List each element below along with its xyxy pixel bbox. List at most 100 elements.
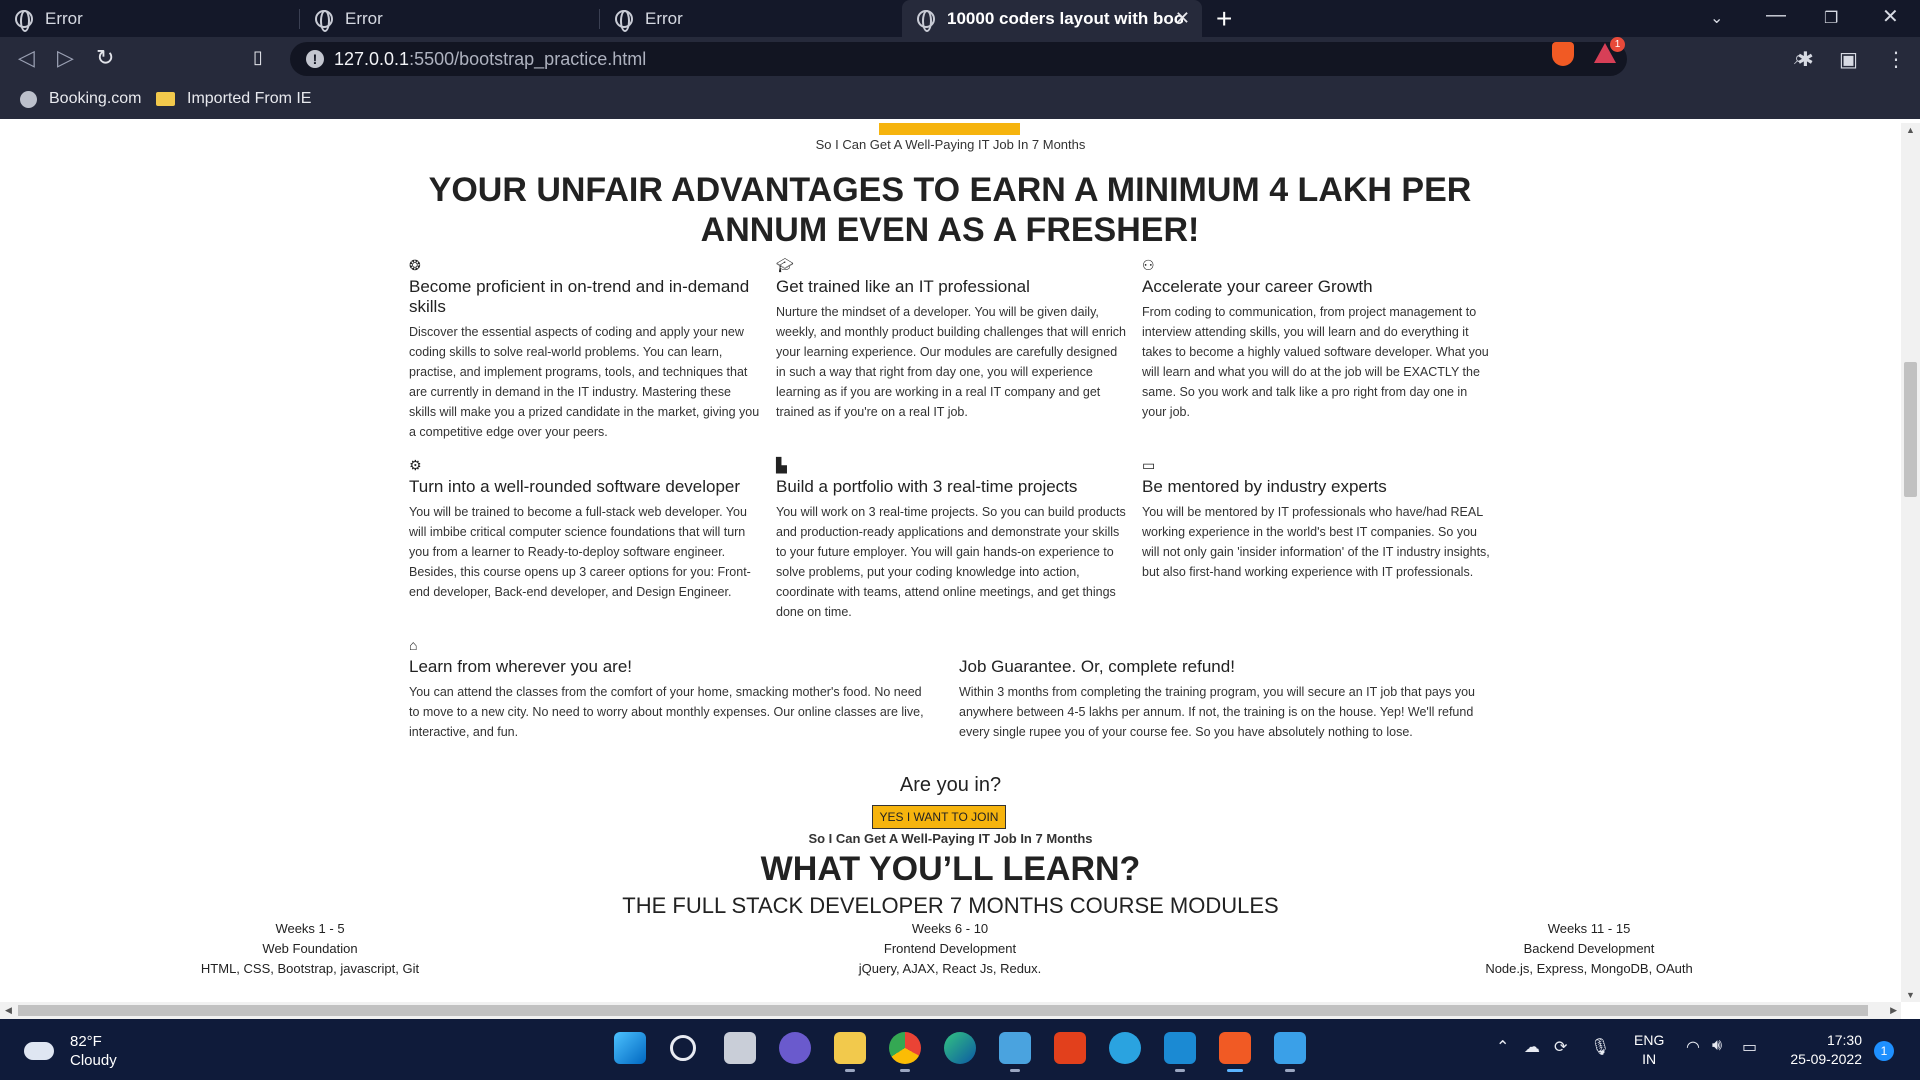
bookmark-label: Imported From IE	[187, 90, 312, 107]
bookmarks-bar: Booking.com Imported From IE	[0, 82, 1920, 119]
developer-icon: ⚙	[409, 457, 422, 473]
extensions-icon[interactable]: ✱	[1797, 47, 1814, 72]
module-column: Weeks 1 - 5 Web Foundation HTML, CSS, Bo…	[110, 919, 510, 979]
vertical-scroll-thumb[interactable]	[1904, 362, 1917, 497]
close-window-icon[interactable]: ✕	[1882, 4, 1899, 29]
feature-card: ▙ Build a portfolio with 3 real-time pro…	[776, 457, 1128, 622]
wallet-icon[interactable]: ▣	[1839, 47, 1858, 72]
windows-taskbar: 82°F Cloudy ⌃ ☁ ⟳ 🎙︎ ENG IN ◠ 🔊︎ ▭ 17:30…	[0, 1019, 1920, 1080]
tab-title: Error	[45, 8, 83, 28]
battery-icon[interactable]: ▭	[1742, 1037, 1757, 1057]
microphone-icon[interactable]: 🎙︎	[1590, 1037, 1610, 1057]
site-info-icon[interactable]: !	[306, 50, 324, 68]
vscode-icon[interactable]	[1164, 1032, 1196, 1072]
browser-tab[interactable]: Error	[600, 0, 900, 37]
brave-shield-icon[interactable]	[1552, 42, 1574, 66]
module-name: Backend Development	[1523, 941, 1655, 956]
weather-widget[interactable]: 82°F Cloudy	[24, 1032, 117, 1070]
module-column: Weeks 11 - 15 Backend Development Node.j…	[1389, 919, 1789, 979]
scroll-right-icon[interactable]: ▶	[1890, 1005, 1897, 1016]
brain-icon: ❂	[409, 257, 421, 273]
back-icon[interactable]: ◁	[18, 45, 35, 71]
feature-title: Learn from wherever you are!	[409, 657, 632, 676]
feature-card: ⚙ Turn into a well-rounded software deve…	[409, 457, 761, 602]
scroll-up-icon[interactable]: ▲	[1906, 125, 1915, 135]
feature-card: 🎓︎ Get trained like an IT professional N…	[776, 257, 1128, 422]
horizontal-scrollbar[interactable]: ◀ ▶	[0, 1002, 1901, 1019]
wifi-icon[interactable]: ◠	[1686, 1037, 1700, 1057]
telegram-icon[interactable]	[1109, 1032, 1141, 1064]
bookmark-imported-folder[interactable]: Imported From IE	[156, 90, 311, 108]
feature-card: ❂ Become proficient in on-trend and in-d…	[409, 257, 761, 442]
language-indicator[interactable]: ENG IN	[1634, 1031, 1664, 1069]
forward-icon[interactable]: ▷	[57, 45, 74, 71]
clock[interactable]: 17:30 25-09-2022	[1780, 1031, 1862, 1069]
horizontal-scroll-thumb[interactable]	[18, 1005, 1868, 1016]
folder-icon	[156, 92, 175, 106]
chevron-up-icon[interactable]: ⌃	[1496, 1037, 1509, 1057]
office-icon[interactable]	[1054, 1032, 1086, 1064]
learn-section-subtitle: THE FULL STACK DEVELOPER 7 MONTHS COURSE…	[622, 893, 1279, 918]
feature-card: Job Guarantee. Or, complete refund! With…	[959, 637, 1479, 742]
restore-icon[interactable]: ❐	[1824, 8, 1838, 28]
feature-card: ⚇ Accelerate your career Growth From cod…	[1142, 257, 1494, 422]
volume-icon[interactable]: 🔊︎	[1712, 1037, 1722, 1055]
scroll-down-icon[interactable]: ▼	[1906, 990, 1915, 1000]
module-name: Frontend Development	[883, 941, 1017, 956]
scroll-left-icon[interactable]: ◀	[5, 1005, 12, 1016]
globe-icon	[917, 9, 935, 32]
globe-icon	[20, 90, 37, 108]
onedrive-icon[interactable]: ☁	[1524, 1037, 1540, 1057]
feature-title: Turn into a well-rounded software develo…	[409, 477, 741, 496]
file-explorer-icon[interactable]	[834, 1032, 866, 1072]
bookmark-booking[interactable]: Booking.com	[20, 90, 142, 108]
module-weeks: Weeks 11 - 15	[1547, 921, 1631, 936]
module-weeks: Weeks 1 - 5	[275, 921, 345, 936]
teams-chat-icon[interactable]	[779, 1032, 811, 1064]
photos-icon[interactable]	[1274, 1032, 1306, 1072]
url-host: 127.0.0.1	[334, 49, 410, 69]
feature-title: Accelerate your career Growth	[1142, 277, 1373, 296]
feature-card: ▭ Be mentored by industry experts You wi…	[1142, 457, 1494, 582]
address-bar[interactable]: ! 127.0.0.1:5500/bootstrap_practice.html…	[290, 42, 1805, 76]
globe-icon	[15, 9, 33, 32]
feature-text: Nurture the mindset of a developer. You …	[776, 305, 1126, 419]
edge-icon[interactable]	[944, 1032, 976, 1064]
tab-search-chevron-icon[interactable]: ⌄	[1710, 8, 1723, 28]
sync-icon[interactable]: ⟳	[1554, 1037, 1567, 1057]
cloud-icon	[24, 1042, 54, 1060]
bottom-tagline: So I Can Get A Well-Paying IT Job In 7 M…	[808, 831, 1093, 846]
feature-title: Become proficient in on-trend and in-dem…	[409, 277, 750, 316]
brave-icon[interactable]	[1219, 1032, 1251, 1072]
browser-tab-active[interactable]: 10000 coders layout with bootstra ✕	[902, 0, 1202, 37]
new-tab-icon[interactable]: +	[1216, 3, 1232, 35]
bookmark-icon[interactable]: ▯	[253, 47, 263, 68]
feature-text: You can attend the classes from the comf…	[409, 685, 924, 739]
notepad-icon[interactable]	[999, 1032, 1031, 1072]
url-path: :5500/bootstrap_practice.html	[409, 49, 647, 69]
close-tab-icon[interactable]: ✕	[1175, 8, 1190, 29]
home-icon: ⌂	[409, 637, 418, 653]
task-view-icon[interactable]	[724, 1032, 756, 1064]
feature-text: Within 3 months from completing the trai…	[959, 685, 1475, 739]
feature-text: You will be trained to become a full-sta…	[409, 505, 751, 599]
join-button[interactable]: YES I WANT TO JOIN	[872, 805, 1006, 829]
feature-text: You will be mentored by IT professionals…	[1142, 505, 1490, 579]
bookmark-label: Booking.com	[49, 90, 142, 107]
join-button-partial[interactable]	[879, 123, 1020, 135]
notification-badge[interactable]: 1	[1874, 1041, 1894, 1061]
vertical-scrollbar[interactable]: ▲ ▼	[1901, 123, 1920, 1002]
search-icon[interactable]	[670, 1035, 696, 1061]
reload-icon[interactable]: ↻	[96, 45, 114, 71]
rewards-badge: 1	[1610, 37, 1625, 52]
chrome-icon[interactable]	[889, 1032, 921, 1072]
tab-strip: Error Error Error 10000 coders layout wi…	[0, 0, 1920, 37]
module-topics: HTML, CSS, Bootstrap, javascript, Git	[200, 961, 420, 976]
browser-tab[interactable]: Error	[0, 0, 300, 37]
start-icon[interactable]	[614, 1032, 646, 1064]
menu-icon[interactable]: ⋮	[1886, 47, 1906, 72]
browser-tab[interactable]: Error	[300, 0, 600, 37]
minimize-icon[interactable]: —	[1766, 4, 1786, 27]
url-text[interactable]: 127.0.0.1:5500/bootstrap_practice.html	[334, 49, 646, 70]
module-topics: jQuery, AJAX, React Js, Redux.	[858, 961, 1042, 976]
